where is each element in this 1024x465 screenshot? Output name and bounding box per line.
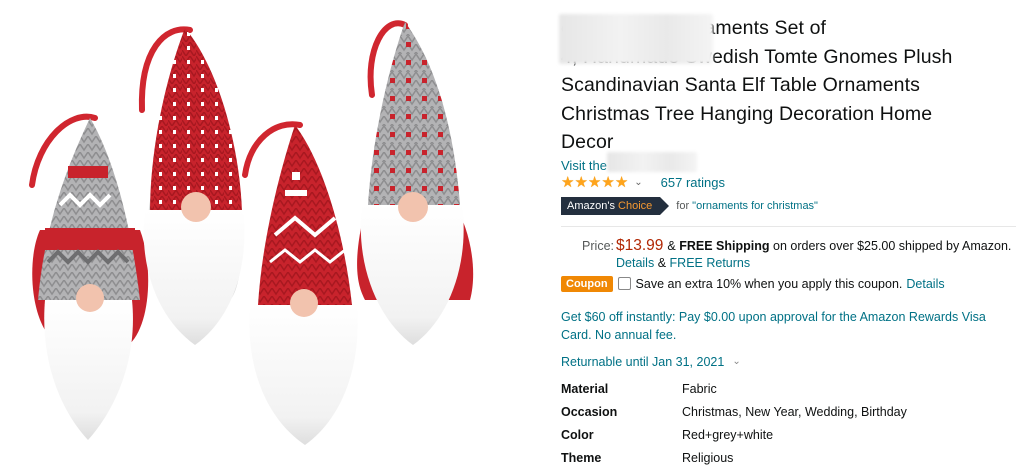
gnome-3	[242, 121, 358, 445]
gnome-2	[138, 26, 245, 345]
spec-row: Color Red+grey+white	[561, 424, 907, 447]
product-image-panel	[0, 0, 540, 465]
spec-row: Occasion Christmas, New Year, Wedding, B…	[561, 401, 907, 424]
spec-table: Material Fabric Occasion Christmas, New …	[561, 378, 907, 465]
shipping-amp: &	[667, 238, 676, 253]
gnome-1	[29, 113, 149, 440]
product-details: e Christmas Ornaments Set of 4, Handmade…	[559, 14, 1016, 465]
spec-row: Theme Religious	[561, 447, 907, 465]
product-image[interactable]	[0, 0, 540, 465]
spec-value: Religious	[682, 451, 734, 465]
redacted-brand-blur	[559, 14, 713, 64]
spec-key: Color	[561, 428, 594, 442]
title-block: e Christmas Ornaments Set of 4, Handmade…	[559, 14, 1016, 157]
spec-row: Material Fabric	[561, 378, 907, 401]
amp-text: &	[657, 255, 667, 270]
star-icon: ★	[574, 174, 588, 191]
coupon-badge: Coupon	[561, 275, 613, 292]
shipping-text: & FREE Shipping on orders over $25.00 sh…	[667, 237, 1011, 255]
spec-key: Occasion	[561, 405, 618, 419]
star-rating[interactable]: ★ ★ ★ ★ ★	[561, 175, 628, 190]
spec-key: Material	[561, 382, 609, 396]
price-value: $13.99	[616, 236, 664, 254]
returnable-text: Returnable until Jan 31, 2021	[561, 354, 725, 369]
gnome-4	[357, 20, 474, 345]
price-links: Details & FREE Returns	[616, 255, 1016, 272]
spec-key: Theme	[561, 451, 602, 465]
shipping-condition: on orders over $25.00 shipped by Amazon.	[773, 238, 1012, 253]
redacted-store-blur	[607, 151, 697, 172]
price-row: Price: $13.99 & FREE Shipping on orders …	[561, 237, 1016, 255]
free-returns-link[interactable]: FREE Returns	[670, 256, 751, 270]
star-icon: ★	[561, 174, 575, 191]
spec-value: Fabric	[682, 382, 717, 396]
chevron-down-icon: ⌄	[732, 356, 741, 367]
coupon-checkbox[interactable]	[617, 277, 631, 290]
coupon-details-link[interactable]: Details	[906, 277, 944, 291]
title-line-5: Decor	[561, 131, 614, 153]
coupon-text: Save an extra 10% when you apply this co…	[635, 276, 903, 291]
product-page: e Christmas Ornaments Set of 4, Handmade…	[0, 0, 1024, 465]
amazons-choice-badge: Amazon's Choice	[561, 196, 670, 215]
shipping-details-link[interactable]: Details	[616, 256, 654, 270]
chevron-down-icon[interactable]: ⌄	[634, 177, 642, 188]
store-link-row: Visit the	[561, 151, 1016, 174]
returnable-row[interactable]: Returnable until Jan 31, 2021 ⌄	[561, 353, 1016, 371]
spec-value: Christmas, New Year, Wedding, Birthday	[682, 405, 907, 419]
badge-prefix: Amazon's	[567, 199, 615, 212]
choice-for-text: for "ornaments for christmas"	[676, 200, 818, 212]
title-line-3: Scandinavian Santa Elf Table Ornaments	[561, 74, 920, 96]
choice-for-label: for	[676, 199, 690, 212]
ratings-count-link[interactable]: 657 ratings	[661, 175, 725, 190]
free-shipping-label: FREE Shipping	[679, 238, 770, 253]
star-icon: ★	[601, 174, 615, 191]
visit-store-link[interactable]: Visit the	[561, 158, 607, 173]
star-icon: ★	[614, 174, 629, 191]
amazons-choice-row: Amazon's Choice for "ornaments for chris…	[561, 196, 1016, 215]
choice-keyword-link[interactable]: "ornaments for christmas"	[692, 200, 818, 212]
price-label: Price:	[582, 238, 614, 253]
rating-row: ★ ★ ★ ★ ★ ⌄ 657 ratings	[561, 174, 1016, 192]
divider	[561, 225, 1016, 227]
star-icon: ★	[587, 174, 602, 191]
badge-suffix: Choice	[618, 199, 653, 212]
coupon-row: Coupon Save an extra 10% when you apply …	[561, 275, 1016, 293]
rewards-card-offer-link[interactable]: Get $60 off instantly: Pay $0.00 upon ap…	[561, 308, 1006, 344]
spec-value: Red+grey+white	[682, 428, 774, 442]
title-line-4: Christmas Tree Hanging Decoration Home	[561, 102, 933, 125]
